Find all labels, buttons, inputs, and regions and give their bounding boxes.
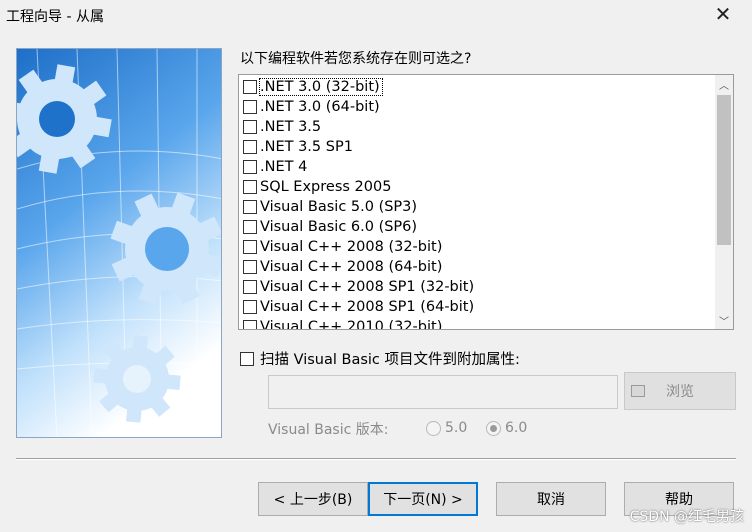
radio-button[interactable] — [426, 420, 441, 436]
list-item-label: Visual C++ 2008 SP1 (64-bit) — [260, 299, 475, 315]
prompt-text: 以下编程软件若您系统存在则可选之? — [240, 51, 472, 67]
gears-illustration — [16, 48, 222, 438]
folder-icon — [631, 385, 645, 397]
list-item-label: .NET 3.5 SP1 — [260, 139, 353, 155]
chevron-down-icon[interactable]: ﹀ — [715, 311, 733, 329]
list-item[interactable]: .NET 3.5 SP1 — [239, 137, 715, 157]
radio-label: 5.0 — [445, 420, 468, 436]
scan-vb-checkbox[interactable] — [240, 351, 254, 366]
list-item-label: Visual Basic 5.0 (SP3) — [260, 199, 418, 215]
list-item[interactable]: .NET 3.5 — [239, 117, 715, 137]
window-title: 工程向导 - 从属 — [6, 9, 104, 25]
watermark: CSDN @红毛男孩 — [629, 509, 744, 525]
checkbox[interactable] — [243, 200, 257, 214]
list-item-label: .NET 3.0 (64-bit) — [260, 99, 380, 115]
list-item[interactable]: Visual C++ 2008 SP1 (32-bit) — [239, 277, 715, 297]
list-item-label: Visual C++ 2008 (64-bit) — [260, 259, 443, 275]
checkbox[interactable] — [243, 220, 257, 234]
back-button[interactable]: < 上一步(B) — [258, 482, 368, 516]
vb-version-label: Visual Basic 版本: — [268, 422, 389, 438]
checkbox[interactable] — [243, 80, 257, 94]
scan-vb-option[interactable]: 扫描 Visual Basic 项目文件到附加属性: — [240, 348, 520, 369]
radio-label: 6.0 — [505, 420, 528, 436]
list-item[interactable]: SQL Express 2005 — [239, 177, 715, 197]
list-item[interactable]: Visual C++ 2008 SP1 (64-bit) — [239, 297, 715, 317]
checkbox[interactable] — [243, 180, 257, 194]
checkbox[interactable] — [243, 120, 257, 134]
checkbox[interactable] — [243, 320, 257, 329]
checkbox[interactable] — [243, 300, 257, 314]
browse-button[interactable]: 浏览 — [624, 372, 736, 410]
list-item-label: SQL Express 2005 — [260, 179, 392, 195]
list-item-label: Visual C++ 2010 (32-bit) — [260, 319, 443, 330]
checkbox[interactable] — [243, 280, 257, 294]
cancel-button[interactable]: 取消 — [496, 482, 606, 516]
radio-button[interactable] — [486, 420, 501, 436]
checkbox[interactable] — [243, 240, 257, 254]
vb-project-path-input[interactable] — [268, 375, 618, 409]
software-list: .NET 3.0 (32-bit) .NET 3.0 (64-bit) .NET… — [239, 77, 715, 330]
close-icon[interactable]: ✕ — [700, 0, 746, 28]
checkbox[interactable] — [243, 160, 257, 174]
next-button[interactable]: 下一页(N) > — [368, 482, 478, 516]
list-item-label: .NET 3.5 — [260, 119, 322, 135]
list-item-label: .NET 3.0 (32-bit) — [259, 78, 383, 96]
list-item-label: .NET 4 — [260, 159, 308, 175]
checkbox[interactable] — [243, 140, 257, 154]
browse-button-label: 浏览 — [666, 384, 694, 400]
list-item-label: Visual C++ 2008 SP1 (32-bit) — [260, 279, 475, 295]
scrollbar-thumb[interactable] — [717, 95, 731, 245]
chevron-up-icon[interactable]: ︿ — [715, 75, 733, 93]
radio-vb-6[interactable]: 6.0 — [486, 420, 527, 436]
list-item[interactable]: Visual C++ 2008 (64-bit) — [239, 257, 715, 277]
list-item[interactable]: Visual Basic 5.0 (SP3) — [239, 197, 715, 217]
list-item[interactable]: .NET 4 — [239, 157, 715, 177]
divider — [16, 458, 736, 460]
list-item[interactable]: .NET 3.0 (64-bit) — [239, 97, 715, 117]
software-listbox[interactable]: .NET 3.0 (32-bit) .NET 3.0 (64-bit) .NET… — [238, 74, 734, 330]
checkbox[interactable] — [243, 260, 257, 274]
radio-vb-5[interactable]: 5.0 — [426, 420, 467, 436]
list-item[interactable]: Visual C++ 2008 (32-bit) — [239, 237, 715, 257]
list-item-label: Visual Basic 6.0 (SP6) — [260, 219, 418, 235]
list-item[interactable]: Visual Basic 6.0 (SP6) — [239, 217, 715, 237]
checkbox[interactable] — [243, 100, 257, 114]
scan-vb-label: 扫描 Visual Basic 项目文件到附加属性: — [260, 352, 520, 368]
list-item[interactable]: Visual C++ 2010 (32-bit) — [239, 317, 715, 330]
list-item-label: Visual C++ 2008 (32-bit) — [260, 239, 443, 255]
list-item[interactable]: .NET 3.0 (32-bit) — [239, 77, 715, 97]
vertical-scrollbar[interactable]: ︿ ﹀ — [715, 75, 733, 329]
